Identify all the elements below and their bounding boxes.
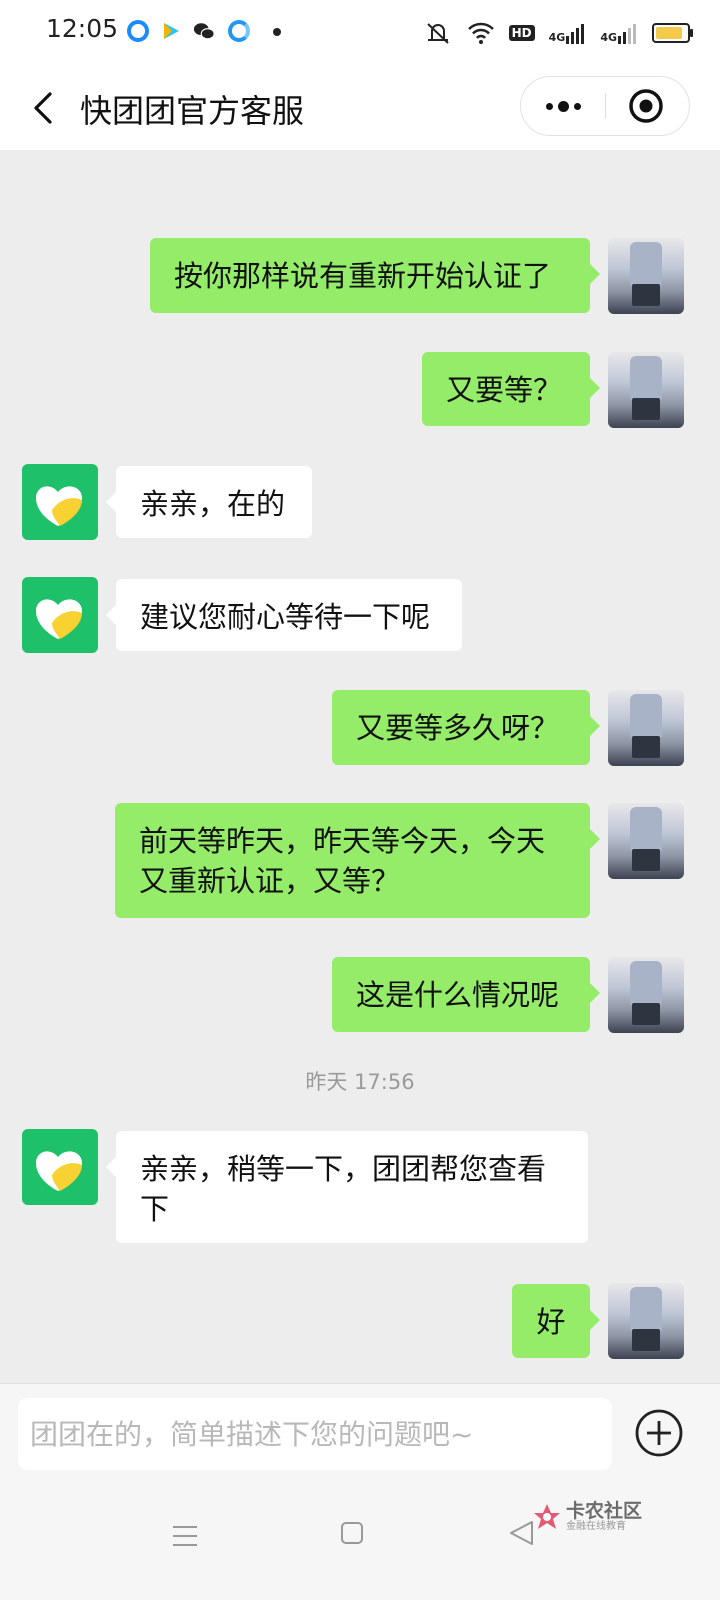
my-message-bubble[interactable]: 前天等昨天，昨天等今天，今天又重新认证，又等？ [115,803,600,918]
watermark-logo-icon [534,1504,560,1529]
qq-browser-icon [127,20,149,42]
mini-program-capsule [520,76,690,136]
my-message-bubble[interactable]: 按你那样说有重新开始认证了 [150,238,600,313]
my-message-bubble[interactable]: 这是什么情况呢 [332,957,600,1032]
signal-bars-icon [566,24,585,44]
4g-signal-icon: 4G [600,22,638,44]
network-type-label: 4G [548,31,566,44]
user-avatar[interactable] [608,803,684,879]
capsule-divider [605,93,606,119]
status-bar: 12:05 HD 4G 4G [0,0,720,66]
status-time: 12:05 [46,14,119,43]
bot-avatar[interactable] [22,577,98,653]
bot-avatar[interactable] [22,1129,98,1205]
4g-signal-icon: 4G [549,22,587,44]
more-dot-icon [273,28,281,36]
home-square-icon[interactable] [340,1521,364,1545]
page-title: 快团团官方客服 [80,92,305,130]
menu-icon[interactable] [172,1523,198,1549]
target-icon[interactable] [627,87,665,125]
user-avatar[interactable] [608,1283,684,1359]
chat-timestamp: 昨天 17:56 [305,1070,415,1094]
kuaituantuan-logo-icon [36,486,82,526]
network-type-label: 4G [600,31,617,44]
hd-icon: HD [508,25,535,41]
signal-bars-icon [618,24,636,44]
wifi-icon [467,22,494,44]
status-icons: HD 4G 4G [423,16,693,50]
user-avatar[interactable] [608,690,684,766]
plus-circle-icon[interactable] [634,1408,684,1458]
user-avatar[interactable] [608,238,684,314]
watermark-subtitle: 金融在线教育 [566,1521,626,1532]
tencent-video-icon [164,23,179,39]
input-bar [0,1383,720,1494]
chevron-left-icon[interactable] [26,86,66,130]
user-avatar[interactable] [608,352,684,428]
mute-icon [426,23,449,44]
my-message-bubble[interactable]: 又要等？ [422,352,600,426]
my-message-bubble[interactable]: 好 [512,1284,600,1358]
bot-message-bubble[interactable]: 亲亲，在的 [106,466,312,538]
title-bar: 快团团官方客服 [0,66,720,150]
bot-avatar[interactable] [22,464,98,540]
bot-message-bubble[interactable]: 亲亲，稍等一下，团团帮您查看下 [106,1131,588,1243]
kuaituantuan-logo-icon [36,1151,82,1191]
user-avatar[interactable] [608,957,684,1033]
wechat-icon [193,23,215,40]
more-dots-icon[interactable] [541,85,585,127]
watermark-title: 卡农社区 [566,1500,643,1522]
bot-message-bubble[interactable]: 建议您耐心等待一下呢 [106,579,462,651]
watermark: 卡农社区 金融在线教育 [532,1501,642,1533]
browser-icon [228,20,250,42]
kuaituantuan-logo-icon [36,599,82,639]
battery-icon [652,23,693,43]
my-message-bubble[interactable]: 又要等多久呀？ [332,690,600,765]
message-input[interactable] [18,1398,612,1470]
system-nav-bar: 卡农社区 金融在线教育 [0,1493,720,1600]
